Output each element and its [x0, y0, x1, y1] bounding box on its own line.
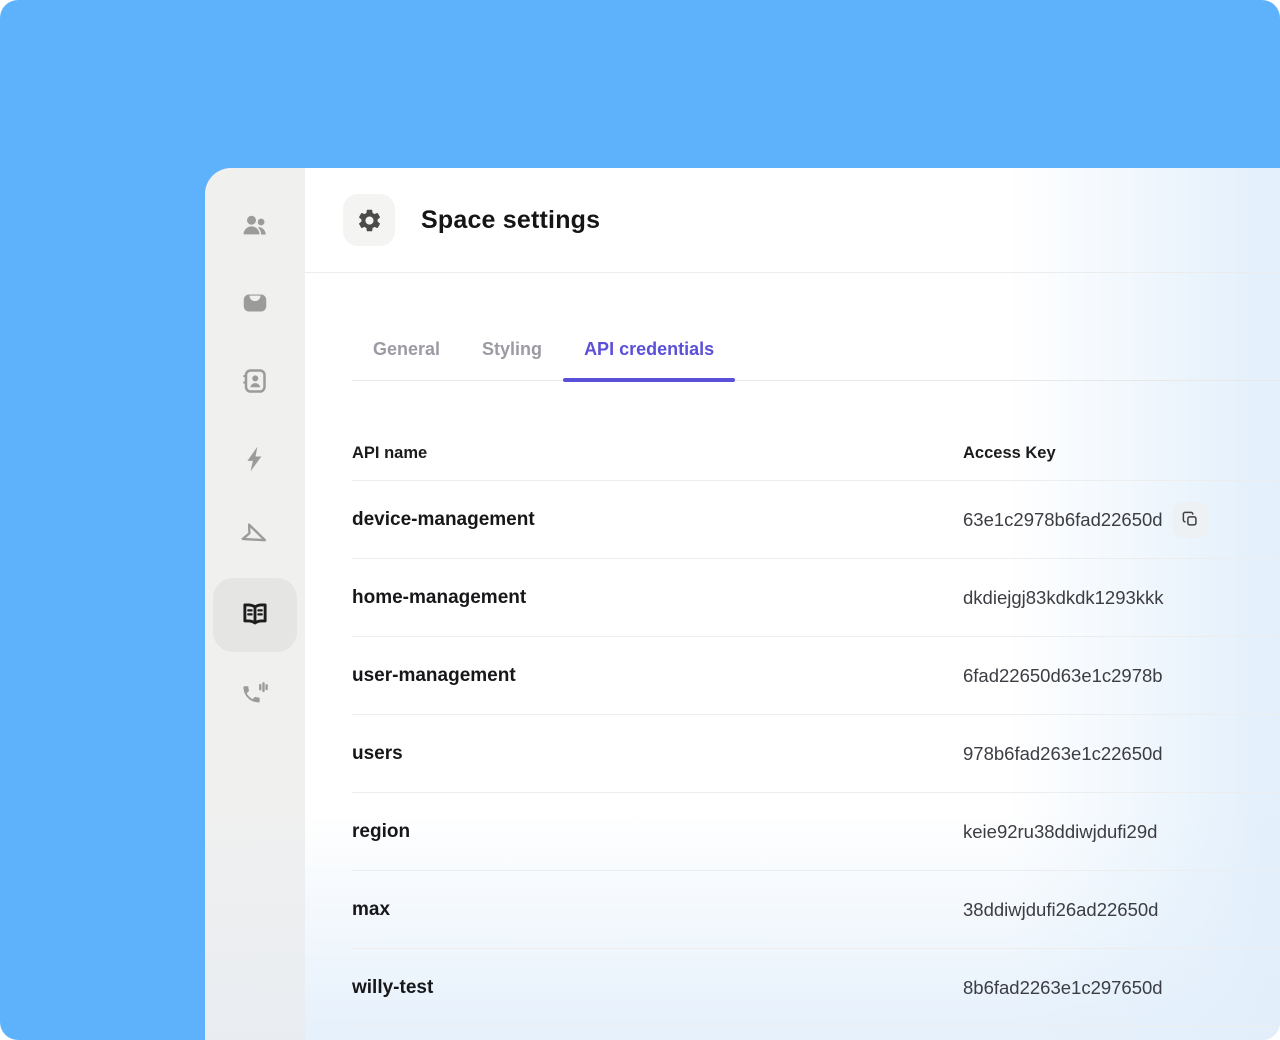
table-row: user-management 6fad22650d63e1c2978b [352, 637, 1280, 715]
inbox-icon [240, 288, 270, 318]
tab-api-credentials[interactable]: API credentials [563, 339, 736, 382]
api-name-cell: willy-test [352, 976, 434, 998]
api-name-cell: home-management [352, 586, 527, 608]
access-key-value: 978b6fad263e1c22650d [963, 742, 1163, 764]
sidebar-item-users[interactable] [205, 186, 305, 264]
table-row: region keie92ru38ddiwjdufi29d [352, 793, 1280, 871]
contact-card-icon [240, 366, 270, 396]
tab-styling[interactable]: Styling [461, 339, 563, 380]
tab-label: General [373, 339, 441, 359]
users-icon [240, 210, 270, 240]
main-content: Space settings General Styling API crede… [305, 168, 1280, 1040]
sidebar-item-inbox[interactable] [205, 264, 305, 342]
access-key-value: 6fad22650d63e1c2978b [963, 664, 1163, 686]
api-name-cell: device-management [352, 508, 535, 530]
gear-icon [343, 194, 395, 246]
lightning-icon [240, 444, 270, 474]
copy-icon [1181, 510, 1200, 529]
table-row: device-management 63e1c2978b6fad22650d [352, 481, 1280, 559]
access-key-value: 63e1c2978b6fad22650d [963, 508, 1163, 530]
table-body: device-management 63e1c2978b6fad22650d h… [352, 481, 1280, 1027]
access-key-value: dkdiejgj83kdkdk1293kkk [963, 586, 1164, 608]
column-access-key: Access Key [963, 444, 1056, 462]
api-name-cell: max [352, 898, 391, 920]
sidebar-item-phone[interactable] [205, 654, 305, 732]
table-row: users 978b6fad263e1c22650d [352, 715, 1280, 793]
api-name-cell: users [352, 742, 403, 764]
sidebar-item-lightning[interactable] [205, 420, 305, 498]
copy-key-button[interactable] [1172, 501, 1209, 538]
table-row: home-management dkdiejgj83kdkdk1293kkk [352, 559, 1280, 637]
table-row: max 38ddiwjdufi26ad22650d [352, 871, 1280, 949]
tabs-area: General Styling API credentials [305, 273, 1280, 382]
sidebar-item-contact-card[interactable] [205, 342, 305, 420]
table-row: willy-test 8b6fad2263e1c297650d [352, 949, 1280, 1027]
api-name-cell: region [352, 820, 411, 842]
settings-panel: Space settings General Styling API crede… [205, 168, 1280, 1040]
tab-general[interactable]: General [352, 339, 461, 380]
tab-label: API credentials [584, 339, 715, 359]
access-key-value: 38ddiwjdufi26ad22650d [963, 898, 1159, 920]
phone-volume-icon [240, 678, 270, 708]
credentials-table: API name Access Key device-management 63… [352, 381, 1280, 1027]
sidebar-item-send[interactable] [205, 498, 305, 576]
api-name-cell: user-management [352, 664, 516, 686]
send-icon [240, 522, 270, 552]
app-window: Space settings General Styling API crede… [0, 0, 1280, 1040]
page-title: Space settings [421, 205, 601, 234]
sidebar-nav [205, 168, 305, 1040]
tab-bar: General Styling API credentials [352, 339, 1280, 382]
page-header: Space settings [305, 168, 1280, 273]
book-icon [240, 600, 270, 630]
column-api-name: API name [352, 444, 428, 462]
access-key-value: keie92ru38ddiwjdufi29d [963, 820, 1158, 842]
table-header: API name Access Key [352, 381, 1280, 481]
sidebar-item-book[interactable] [205, 576, 305, 654]
tab-label: Styling [482, 339, 543, 359]
access-key-value: 8b6fad2263e1c297650d [963, 976, 1163, 998]
